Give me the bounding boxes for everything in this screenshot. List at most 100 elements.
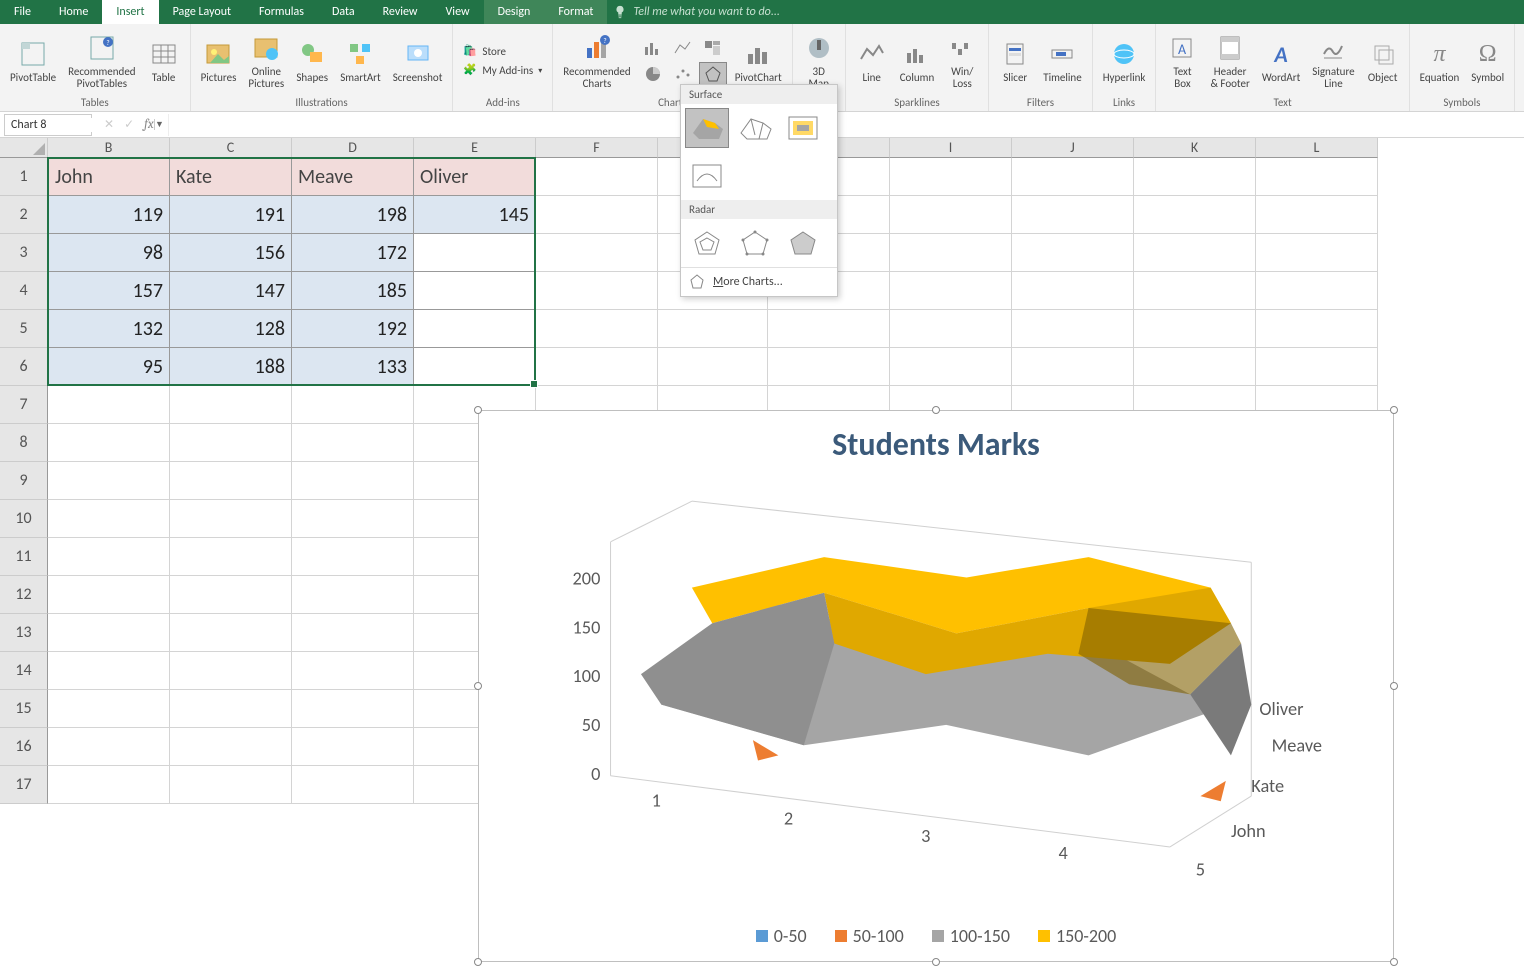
- sparkline-line-button[interactable]: Line: [852, 36, 892, 86]
- tab-page-layout[interactable]: Page Layout: [159, 0, 245, 24]
- row-header[interactable]: 1: [0, 158, 48, 196]
- cell[interactable]: [48, 766, 170, 804]
- cell[interactable]: 188: [170, 348, 292, 386]
- cell[interactable]: [170, 576, 292, 614]
- cell[interactable]: 132: [48, 310, 170, 348]
- cell[interactable]: [536, 234, 658, 272]
- col-header[interactable]: E: [414, 138, 536, 158]
- cell[interactable]: [536, 196, 658, 234]
- row-header[interactable]: 6: [0, 348, 48, 386]
- row-header[interactable]: 11: [0, 538, 48, 576]
- row-header[interactable]: 3: [0, 234, 48, 272]
- cell[interactable]: 198: [292, 196, 414, 234]
- chart-pie-icon[interactable]: [639, 62, 667, 86]
- cell[interactable]: [1134, 196, 1256, 234]
- cell[interactable]: [1134, 234, 1256, 272]
- pivotchart-button[interactable]: PivotChart: [731, 36, 786, 86]
- cell[interactable]: 133: [292, 348, 414, 386]
- cell[interactable]: [170, 500, 292, 538]
- cell[interactable]: 145: [414, 196, 536, 234]
- tab-formulas[interactable]: Formulas: [245, 0, 318, 24]
- cell[interactable]: [890, 348, 1012, 386]
- cell[interactable]: [1134, 348, 1256, 386]
- sparkline-column-button[interactable]: Column: [896, 36, 939, 86]
- cell[interactable]: [536, 310, 658, 348]
- radar-option[interactable]: [685, 223, 729, 263]
- chart-title[interactable]: Students Marks: [479, 425, 1393, 464]
- tab-design[interactable]: Design: [484, 0, 545, 24]
- cell[interactable]: [48, 538, 170, 576]
- legend-item[interactable]: 150-200: [1038, 925, 1116, 947]
- surface-wireframe-contour-option[interactable]: [685, 156, 729, 196]
- shapes-button[interactable]: Shapes: [292, 36, 332, 86]
- tell-me-search[interactable]: Tell me what you want to do...: [607, 0, 1524, 24]
- pictures-button[interactable]: Pictures: [197, 36, 241, 86]
- timeline-button[interactable]: Timeline: [1039, 36, 1085, 86]
- cell[interactable]: [414, 234, 536, 272]
- row-header[interactable]: 15: [0, 690, 48, 728]
- cell[interactable]: [48, 652, 170, 690]
- cell[interactable]: [890, 196, 1012, 234]
- store-button[interactable]: 🛍️Store: [459, 43, 546, 61]
- cell[interactable]: [1012, 348, 1134, 386]
- cell[interactable]: [658, 348, 768, 386]
- cell[interactable]: [536, 272, 658, 310]
- cell[interactable]: [48, 728, 170, 766]
- cell[interactable]: 185: [292, 272, 414, 310]
- row-header[interactable]: 14: [0, 652, 48, 690]
- row-header[interactable]: 9: [0, 462, 48, 500]
- cell[interactable]: [1134, 272, 1256, 310]
- surface-contour-option[interactable]: [781, 108, 825, 148]
- chart-legend[interactable]: 0-50 50-100 100-150 150-200: [479, 925, 1393, 947]
- col-header[interactable]: F: [536, 138, 658, 158]
- radar-markers-option[interactable]: [733, 223, 777, 263]
- radar-filled-option[interactable]: [781, 223, 825, 263]
- cell[interactable]: [890, 310, 1012, 348]
- cell[interactable]: [1256, 158, 1378, 196]
- cell[interactable]: [48, 500, 170, 538]
- cell[interactable]: [1012, 272, 1134, 310]
- cell[interactable]: [1134, 310, 1256, 348]
- cell[interactable]: Meave: [292, 158, 414, 196]
- col-header[interactable]: K: [1134, 138, 1256, 158]
- header-footer-button[interactable]: Header & Footer: [1206, 30, 1253, 92]
- cell[interactable]: [1012, 196, 1134, 234]
- col-header[interactable]: I: [890, 138, 1012, 158]
- cell[interactable]: [768, 310, 890, 348]
- chart-bar-icon[interactable]: [639, 36, 667, 60]
- recommended-charts-button[interactable]: ?Recommended Charts: [559, 30, 634, 92]
- cell[interactable]: 192: [292, 310, 414, 348]
- cell[interactable]: [292, 424, 414, 462]
- cell[interactable]: [1012, 234, 1134, 272]
- cell[interactable]: [48, 424, 170, 462]
- row-header[interactable]: 16: [0, 728, 48, 766]
- cell[interactable]: [768, 348, 890, 386]
- smartart-button[interactable]: SmartArt: [336, 36, 385, 86]
- 3d-map-button[interactable]: 3D Map: [799, 30, 839, 92]
- cell[interactable]: [170, 690, 292, 728]
- cell[interactable]: [890, 272, 1012, 310]
- cell[interactable]: [1256, 234, 1378, 272]
- cell[interactable]: John: [48, 158, 170, 196]
- cell[interactable]: [170, 614, 292, 652]
- cell[interactable]: [1012, 158, 1134, 196]
- cell[interactable]: [292, 690, 414, 728]
- cell[interactable]: 156: [170, 234, 292, 272]
- name-box[interactable]: ▼: [4, 114, 92, 136]
- object-button[interactable]: Object: [1363, 36, 1403, 86]
- hyperlink-button[interactable]: Hyperlink: [1099, 36, 1150, 86]
- cell[interactable]: [48, 386, 170, 424]
- cell[interactable]: 191: [170, 196, 292, 234]
- col-header[interactable]: L: [1256, 138, 1378, 158]
- row-header[interactable]: 2: [0, 196, 48, 234]
- cell[interactable]: [170, 766, 292, 804]
- col-header[interactable]: B: [48, 138, 170, 158]
- pivottable-button[interactable]: PivotTable: [6, 36, 60, 86]
- row-header[interactable]: 13: [0, 614, 48, 652]
- cell[interactable]: 128: [170, 310, 292, 348]
- surface-3d-option[interactable]: [685, 108, 729, 148]
- resize-handle[interactable]: [474, 958, 482, 966]
- resize-handle[interactable]: [1390, 406, 1398, 414]
- cell[interactable]: 98: [48, 234, 170, 272]
- enter-icon[interactable]: ✓: [124, 117, 134, 132]
